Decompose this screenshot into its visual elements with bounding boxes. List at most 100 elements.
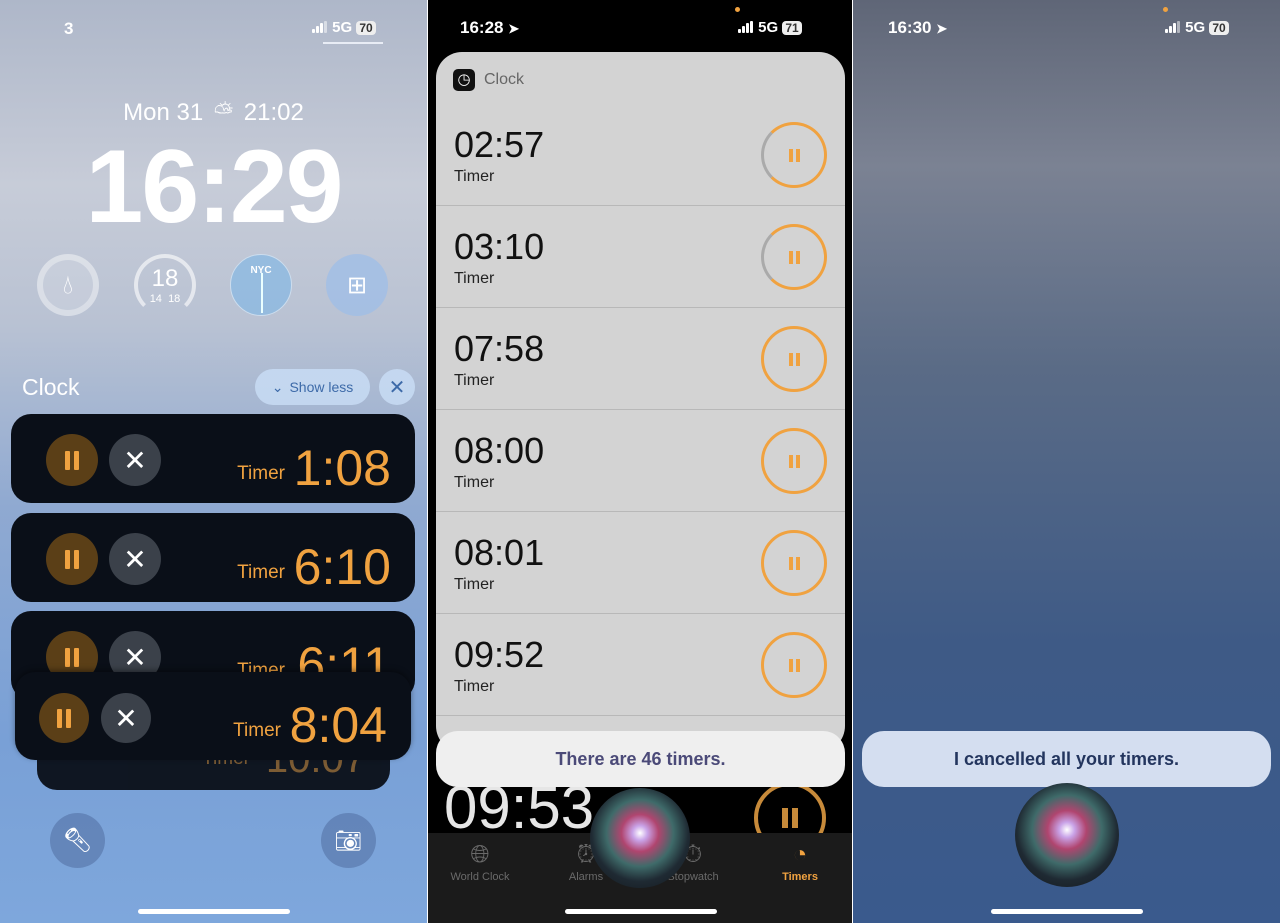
status-time: 16:30 ➤ bbox=[888, 18, 947, 38]
pause-button[interactable] bbox=[761, 632, 827, 698]
show-less-button[interactable]: ⌄ Show less bbox=[255, 369, 370, 405]
timer-card[interactable]: ✕ Timer 1:08 bbox=[11, 414, 415, 503]
privacy-dot bbox=[1163, 7, 1168, 12]
timer-row[interactable]: 03:10 Timer bbox=[436, 206, 845, 308]
timer-label: Timer bbox=[233, 720, 281, 741]
timer-card[interactable]: ✕ Timer 6:10 bbox=[11, 513, 415, 602]
network-label: 5G bbox=[332, 19, 353, 36]
home-indicator[interactable] bbox=[138, 909, 290, 914]
card-title: Clock bbox=[484, 71, 525, 88]
chevron-down-icon: ⌄ bbox=[271, 378, 284, 395]
lock-screen-panel: 3 5G 70 Mon 31 ⛅︎ 21:02 16:29 💧︎ 18 14 1… bbox=[0, 0, 427, 923]
temp-low: 14 bbox=[149, 293, 162, 305]
status-time: 16:28 ➤ bbox=[460, 18, 519, 38]
siri-panel: 16:30 ➤ 5G 70 I cancelled all your timer… bbox=[853, 0, 1280, 923]
status-time-label: 16:30 bbox=[888, 18, 932, 37]
tab-label: Timers bbox=[782, 871, 818, 883]
timer-row[interactable]: 09:52 Timer bbox=[436, 614, 845, 716]
timer-label: Timer bbox=[454, 576, 495, 593]
camera-icon[interactable]: 📷︎ bbox=[321, 813, 376, 868]
tab-label: World Clock bbox=[450, 871, 510, 883]
siri-response: There are 46 timers. bbox=[436, 731, 845, 787]
timer-label: Timer bbox=[454, 270, 495, 287]
battery-icon: 70 bbox=[1209, 21, 1229, 36]
clock-hand-icon bbox=[261, 273, 263, 313]
clock-app-panel: 16:28 ➤ 5G 71 09:53 ◷ Clock 02:57 Timer 0… bbox=[428, 0, 852, 923]
sunset-icon: ⛅︎ bbox=[213, 99, 234, 126]
battery-icon: 70 bbox=[356, 21, 376, 36]
status-icons: 5G 70 bbox=[1165, 19, 1229, 37]
battery-icon: 71 bbox=[782, 21, 802, 36]
timer-card[interactable]: ✕ Timer 8:04 bbox=[15, 672, 411, 760]
timer-row[interactable]: 08:00 Timer bbox=[436, 410, 845, 512]
world-clock-widget[interactable]: NYC bbox=[230, 254, 292, 316]
tab-world-clock[interactable]: 🌐︎ World Clock bbox=[430, 841, 530, 883]
home-indicator[interactable] bbox=[565, 909, 717, 914]
location-icon: ➤ bbox=[936, 21, 948, 36]
siri-orb-icon[interactable] bbox=[1015, 783, 1119, 887]
health-icon[interactable]: ⊞ bbox=[326, 254, 388, 316]
timer-row[interactable]: 02:57 Timer bbox=[436, 104, 845, 206]
cancel-button[interactable]: ✕ bbox=[109, 434, 161, 486]
weather-widget[interactable]: 18 14 18 bbox=[134, 254, 196, 316]
timer-time: 6:10 bbox=[293, 539, 391, 595]
tab-timers[interactable]: ◔ Timers bbox=[750, 841, 850, 883]
status-icons: 5G 71 bbox=[738, 19, 802, 37]
timer-time: 08:00 bbox=[454, 430, 545, 471]
signal-icon bbox=[738, 20, 754, 37]
status-time-label: 16:28 bbox=[460, 18, 504, 37]
flashlight-icon[interactable]: 🔦︎ bbox=[50, 813, 105, 868]
pause-button[interactable] bbox=[761, 326, 827, 392]
timer-time: 1:08 bbox=[293, 440, 391, 496]
timer-time: 09:52 bbox=[454, 634, 545, 675]
timer-label: Timer bbox=[237, 562, 285, 583]
timer-time: 07:58 bbox=[454, 328, 545, 369]
siri-orb-icon[interactable] bbox=[590, 788, 690, 888]
temp-range: 14 18 bbox=[150, 293, 181, 305]
temp-high: 18 bbox=[168, 293, 181, 305]
tab-label: Alarms bbox=[568, 871, 604, 883]
lock-time: 16:29 bbox=[85, 129, 344, 245]
home-indicator[interactable] bbox=[991, 909, 1143, 914]
timer-row[interactable]: 07:58 Timer bbox=[436, 308, 845, 410]
pause-button[interactable] bbox=[761, 122, 827, 188]
clock-notification-card[interactable]: ◷ Clock 02:57 Timer 03:10 Timer 07:58 Timer… bbox=[436, 52, 845, 752]
signal-icon bbox=[312, 20, 328, 37]
timer-time: 8:04 bbox=[289, 697, 387, 753]
show-less-label: Show less bbox=[289, 379, 354, 395]
date-label: Mon 31 bbox=[123, 99, 204, 126]
timer-label: Timer bbox=[454, 168, 495, 185]
privacy-dot bbox=[735, 7, 740, 12]
activity-title: Clock bbox=[22, 374, 80, 400]
timer-time: 03:10 bbox=[454, 226, 545, 267]
timer-icon: ◔ bbox=[792, 841, 808, 868]
cancel-button[interactable]: ✕ bbox=[101, 693, 151, 743]
date-line: Mon 31 ⛅︎ 21:02 bbox=[0, 99, 427, 127]
network-label: 5G bbox=[1185, 19, 1206, 36]
status-underline bbox=[323, 42, 383, 44]
pause-button[interactable] bbox=[761, 224, 827, 290]
siri-response: I cancelled all your timers. bbox=[862, 731, 1271, 787]
sunset-time: 21:02 bbox=[243, 99, 304, 126]
clock-app-icon: ◷ bbox=[453, 69, 475, 91]
status-icons: 5G 70 bbox=[312, 19, 376, 37]
timer-row[interactable]: 08:01 Timer bbox=[436, 512, 845, 614]
timer-time: 02:57 bbox=[454, 124, 545, 165]
pause-button[interactable] bbox=[39, 693, 89, 743]
pause-button[interactable] bbox=[46, 533, 98, 585]
signal-icon bbox=[1165, 20, 1181, 37]
water-drop-icon[interactable]: 💧︎ bbox=[37, 254, 99, 316]
timer-label: Timer bbox=[454, 474, 495, 491]
cancel-button[interactable]: ✕ bbox=[109, 533, 161, 585]
globe-icon: 🌐︎ bbox=[470, 841, 490, 868]
timer-time: 08:01 bbox=[454, 532, 545, 573]
temperature: 18 bbox=[151, 265, 179, 292]
close-icon[interactable]: ✕ bbox=[379, 369, 415, 405]
timer-label: Timer bbox=[454, 372, 495, 389]
pause-button[interactable] bbox=[761, 530, 827, 596]
pause-button[interactable] bbox=[761, 428, 827, 494]
pause-button[interactable] bbox=[46, 434, 98, 486]
timer-label: Timer bbox=[454, 678, 495, 695]
carrier-label: 3 bbox=[64, 19, 74, 38]
timer-label: Timer bbox=[237, 463, 285, 484]
